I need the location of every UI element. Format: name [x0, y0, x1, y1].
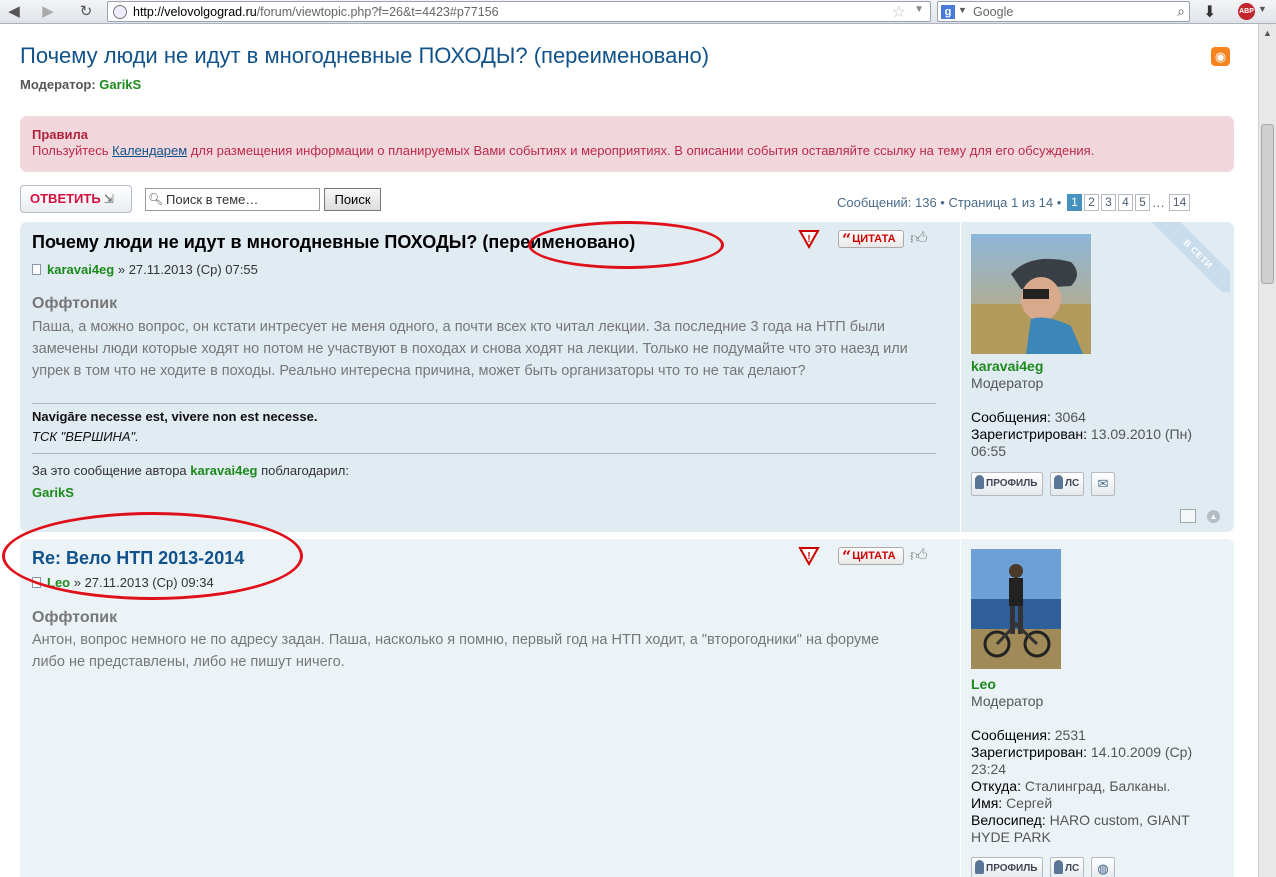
thanks-divider — [32, 453, 936, 454]
rss-icon[interactable]: ◉ — [1211, 47, 1230, 66]
page-title[interactable]: Почему люди не идут в многодневные ПОХОД… — [20, 43, 709, 69]
google-logo-icon[interactable]: g — [941, 5, 955, 19]
rules-box: Правила Пользуйтесь Календарем для разме… — [20, 116, 1234, 172]
reply-arrow-icon: ⇲ — [103, 192, 114, 206]
magnifier-icon[interactable]: ⌕ — [1177, 3, 1185, 20]
print-icon[interactable] — [1180, 509, 1196, 523]
post-text: Паша, а можно вопрос, он кстати интресуе… — [32, 319, 908, 379]
profile-username[interactable]: Leo — [971, 676, 996, 692]
page-link-last[interactable]: 14 — [1168, 194, 1191, 211]
person-icon — [1054, 860, 1063, 874]
post-meta: karavai4eg » 27.11.2013 (Ср) 07:55 — [32, 262, 258, 277]
browser-toolbar: ◀ ▶ ↻ http://velovolgograd.ru/forum/view… — [0, 0, 1276, 24]
thanks-thumb-icon[interactable]: 👍︎ — [910, 545, 928, 566]
reply-button[interactable]: ОТВЕТИТЬ ⇲ — [20, 185, 132, 213]
avatar[interactable] — [971, 234, 1091, 354]
rules-text: Пользуйтесь Календарем для размещения ин… — [32, 143, 1095, 158]
back-icon[interactable]: ◀ — [4, 2, 24, 22]
pm-button[interactable]: ЛС — [1050, 857, 1084, 877]
profile-button[interactable]: ПРОФИЛЬ — [971, 472, 1043, 496]
quote-button[interactable]: “ЦИТАТА — [838, 547, 904, 565]
page-link-5[interactable]: 5 — [1134, 194, 1150, 211]
person-icon — [975, 860, 984, 874]
post-author[interactable]: Leo — [47, 575, 70, 590]
address-url[interactable]: http://velovolgograd.ru/forum/viewtopic.… — [133, 5, 499, 19]
profile-stats: Сообщения: 3064 Зарегистрирован: 13.09.2… — [971, 409, 1192, 459]
profile-username[interactable]: karavai4eg — [971, 358, 1043, 374]
email-icon[interactable]: ✉ — [1091, 472, 1115, 496]
post-icon[interactable] — [32, 577, 41, 588]
address-bar[interactable]: http://velovolgograd.ru/forum/viewtopic.… — [107, 1, 931, 22]
pagination-summary: Сообщений: 136 • Страница 1 из 14 • — [837, 195, 1062, 210]
thanked-by-link[interactable]: GarikS — [32, 485, 74, 500]
post-title[interactable]: Почему люди не идут в многодневные ПОХОД… — [32, 232, 635, 253]
report-icon[interactable]: ! — [798, 545, 820, 567]
adblock-dropdown-icon[interactable]: ▼ — [1258, 4, 1267, 14]
profile-button[interactable]: ПРОФИЛЬ — [971, 857, 1043, 877]
back-to-top-icon[interactable]: ▲ — [1207, 510, 1220, 523]
profile-rank: Модератор — [971, 693, 1044, 709]
site-icon — [113, 5, 127, 19]
page-link-2[interactable]: 2 — [1083, 194, 1099, 211]
post-icon[interactable] — [32, 264, 41, 275]
post-title[interactable]: Re: Вело НТП 2013-2014 — [32, 548, 244, 569]
topic-search-input[interactable] — [166, 191, 316, 208]
thanks-author-link[interactable]: karavai4eg — [190, 463, 257, 478]
svg-text:!: ! — [807, 551, 810, 562]
post-date: » 27.11.2013 (Ср) 09:34 — [70, 575, 214, 590]
signature-divider — [32, 403, 936, 404]
page-link-4[interactable]: 4 — [1117, 194, 1133, 211]
moderator-link[interactable]: GarikS — [99, 77, 141, 92]
profile-rank: Модератор — [971, 375, 1044, 391]
svg-text:!: ! — [807, 234, 810, 245]
search-button[interactable]: Поиск — [324, 188, 381, 211]
post-date: » 27.11.2013 (Ср) 07:55 — [114, 262, 258, 277]
person-icon — [975, 475, 984, 489]
browser-search-placeholder[interactable]: Google — [973, 5, 1013, 19]
profile-stats: Сообщения: 2531 Зарегистрирован: 14.10.2… — [971, 727, 1193, 845]
scroll-up-icon[interactable]: ▲ — [1263, 28, 1272, 38]
search-engine-dropdown-icon[interactable]: ▼ — [958, 5, 967, 15]
bookmark-star-icon[interactable]: ☆ — [892, 2, 906, 22]
pagination-ellipsis: … — [1151, 195, 1165, 210]
adblock-icon[interactable]: ABP — [1238, 3, 1255, 20]
signature-line-1: Navigāre necesse est, vivere non est nec… — [32, 409, 318, 424]
thanks-thumb-icon[interactable]: 👍︎ — [910, 228, 928, 249]
topic-search-field[interactable]: 🔍︎ — [145, 188, 320, 211]
pm-button[interactable]: ЛС — [1050, 472, 1084, 496]
post-text: Антон, вопрос немного не по адресу задан… — [32, 632, 880, 670]
page-link-1[interactable]: 1 — [1066, 194, 1082, 211]
forum-page: Почему люди не идут в многодневные ПОХОД… — [0, 24, 1258, 877]
rules-heading: Правила — [32, 127, 88, 142]
address-dropdown-icon[interactable]: ▼ — [914, 4, 924, 15]
scrollbar-thumb[interactable] — [1261, 124, 1274, 284]
post-profile: В СЕТИ karavai4eg Модератор Сообщения: 3… — [960, 222, 1230, 532]
post-meta: Leo » 27.11.2013 (Ср) 09:34 — [32, 575, 214, 590]
post-offtopic-label: Оффтопик — [32, 295, 118, 312]
post-karavai4eg: Почему люди не идут в многодневные ПОХОД… — [20, 222, 1234, 532]
website-globe-icon[interactable]: ◍ — [1091, 857, 1115, 877]
person-icon — [1054, 475, 1063, 489]
vertical-scrollbar[interactable]: ▲ — [1258, 24, 1276, 877]
quote-button[interactable]: “ЦИТАТА — [838, 230, 904, 248]
reload-icon[interactable]: ↻ — [76, 2, 96, 22]
calendar-link[interactable]: Календарем — [112, 143, 187, 158]
thanks-line: За это сообщение автора karavai4eg побла… — [32, 463, 349, 478]
report-icon[interactable]: ! — [798, 228, 820, 250]
post-offtopic-label: Оффтопик — [32, 609, 118, 626]
post-leo: Re: Вело НТП 2013-2014 Leo » 27.11.2013 … — [20, 539, 1234, 877]
page-link-3[interactable]: 3 — [1100, 194, 1116, 211]
pagination: Сообщений: 136 • Страница 1 из 14 • 1234… — [837, 194, 1191, 211]
online-badge: В СЕТИ — [1150, 222, 1230, 292]
forward-icon[interactable]: ▶ — [38, 2, 58, 22]
signature-line-2: ТСК "ВЕРШИНА". — [32, 429, 139, 444]
avatar[interactable] — [971, 549, 1061, 669]
download-icon[interactable]: ⬇ — [1203, 2, 1216, 22]
search-icon: 🔍︎ — [148, 192, 164, 206]
moderator-line: Модератор: GarikS — [20, 77, 142, 92]
post-author[interactable]: karavai4eg — [47, 262, 114, 277]
browser-search-bar[interactable]: g ▼ Google ⌕ — [937, 1, 1190, 22]
post-profile: Leo Модератор Сообщения: 2531 Зарегистри… — [960, 539, 1230, 877]
